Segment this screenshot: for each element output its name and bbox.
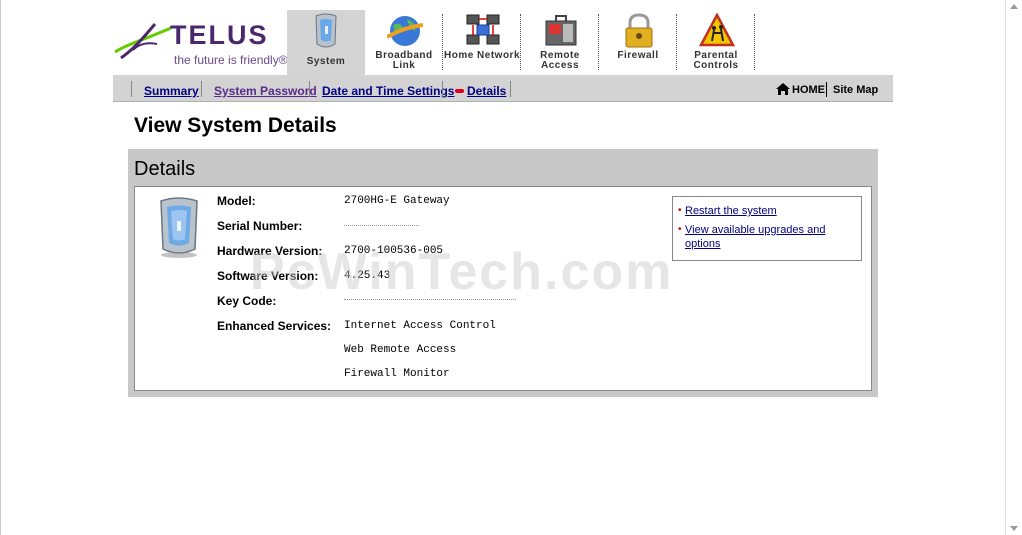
panel-title: Details (134, 158, 196, 180)
header: TELUS the future is friendly® System Bro… (113, 0, 893, 75)
gateway-device-icon (160, 197, 198, 258)
sitemap-link[interactable]: Site Map (833, 84, 878, 96)
tab-label: System (306, 56, 346, 67)
tab-broadband-link[interactable]: Broadband Link (365, 10, 443, 75)
main-tabs: System Broadband Link Home Network Remot… (287, 10, 755, 75)
tab-home-network[interactable]: Home Network (443, 10, 521, 75)
window-border (0, 0, 1, 535)
tab-label-text: Parental Controls (693, 50, 739, 71)
briefcase-icon (545, 15, 577, 46)
tab-label: Firewall (599, 51, 677, 61)
model-value: 2700HG-E Gateway (344, 195, 450, 207)
subnav-divider (442, 81, 443, 97)
tab-divider (754, 14, 755, 70)
warning-sign-icon (699, 13, 735, 47)
tab-label-text: Firewall (617, 50, 659, 61)
tab-label-text: Broadband Link (375, 50, 433, 71)
tab-parental-controls[interactable]: Parental Controls (677, 10, 755, 75)
subnav-system-password[interactable]: System Password (214, 84, 317, 98)
vertical-scrollbar[interactable] (1005, 0, 1022, 535)
telus-leaf-icon (114, 23, 172, 60)
subnav-divider (826, 82, 827, 97)
tab-label: Parental Controls (677, 51, 755, 71)
tab-label: Remote Access (521, 51, 599, 71)
home-link[interactable]: HOME (792, 84, 825, 96)
actions-box: • Restart the system • View available up… (672, 196, 862, 261)
restart-system-link[interactable]: Restart the system (685, 204, 777, 218)
model-label: Model: (217, 194, 256, 208)
subnav-divider (309, 81, 310, 97)
telus-logo[interactable]: TELUS the future is friendly® (113, 14, 288, 74)
active-marker (455, 89, 464, 93)
subnav-divider (510, 81, 511, 97)
upgrades-link-line2: options (685, 238, 721, 250)
subnav-summary[interactable]: Summary (144, 84, 199, 98)
tab-label: Broadband Link (365, 51, 443, 71)
scroll-down-icon[interactable] (1010, 526, 1018, 531)
enhanced-services-label: Enhanced Services: (217, 319, 332, 333)
home-icon (776, 83, 790, 95)
tab-system[interactable]: System (287, 10, 365, 75)
upgrades-link-line1: View available upgrades and (685, 224, 826, 236)
subnav-date-time-settings[interactable]: Date and Time Settings (322, 84, 454, 98)
tab-remote-access[interactable]: Remote Access (521, 10, 599, 75)
globe-icon (387, 16, 423, 46)
service-item: Web Remote Access (344, 344, 457, 356)
sub-navigation: Summary System Password Date and Time Se… (113, 75, 893, 102)
serial-label: Serial Number: (217, 219, 303, 233)
subnav-details[interactable]: Details (467, 84, 506, 98)
scroll-up-icon[interactable] (1010, 4, 1018, 9)
view-upgrades-link[interactable]: View available upgrades and options (685, 223, 825, 251)
subnav-divider (131, 81, 132, 97)
service-item: Firewall Monitor (344, 368, 450, 380)
system-device-icon (315, 13, 337, 48)
page-wrapper: TELUS the future is friendly® System Bro… (113, 0, 893, 397)
watermark: PcWinTech.com (250, 243, 674, 301)
bullet-icon: • (678, 224, 682, 235)
network-icon (466, 14, 500, 45)
bullet-icon: • (678, 205, 682, 216)
tab-label-text: Remote Access (540, 50, 580, 71)
logo-brand: TELUS (170, 20, 269, 50)
tab-label-text: Home Network (443, 50, 520, 61)
logo-tagline: the future is friendly® (174, 53, 288, 67)
padlock-icon (625, 13, 653, 48)
tab-label: Home Network (443, 51, 521, 61)
serial-redacted (344, 225, 419, 228)
service-item: Internet Access Control (344, 320, 496, 332)
page-title: View System Details (134, 114, 337, 137)
subnav-divider (201, 81, 202, 97)
tab-firewall[interactable]: Firewall (599, 10, 677, 75)
